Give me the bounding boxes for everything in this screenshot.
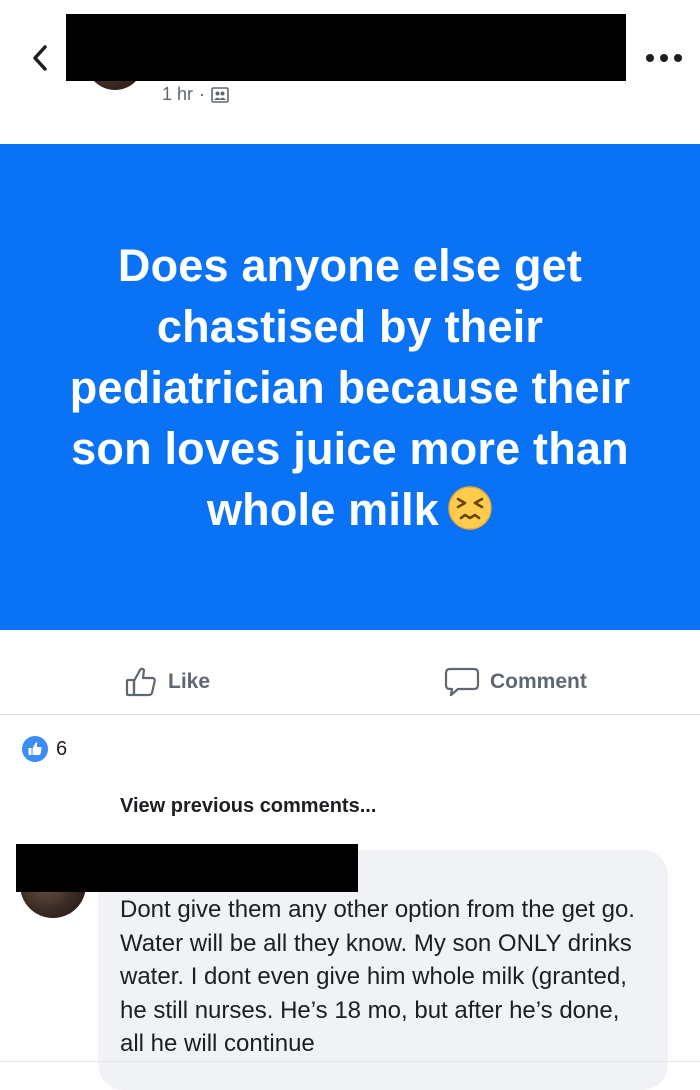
post-meta: 1 hr · [162,84,229,105]
comment-text: Dont give them any other option from the… [120,896,635,1057]
like-reaction-icon [22,736,48,762]
redacted-author-name [66,14,626,81]
reaction-summary[interactable]: 6 [22,736,67,762]
more-options-button[interactable] [636,40,692,76]
view-previous-comments-link[interactable]: View previous comments... [120,795,376,818]
post-content: Does anyone else get chastised by their … [40,235,660,540]
back-button[interactable] [22,38,58,78]
ellipsis-icon [646,54,682,62]
thumbs-up-outline-icon [125,667,156,697]
persevering-face-emoji [448,485,492,530]
chevron-left-icon [33,45,47,71]
bottom-divider [0,1061,700,1062]
group-icon[interactable] [211,86,229,103]
reaction-count: 6 [56,737,68,760]
post-text: Does anyone else get chastised by their … [69,239,631,535]
redacted-commenter-name [16,844,358,892]
meta-separator: · [199,84,206,104]
like-button[interactable]: Like [124,662,210,702]
comment-button[interactable]: Comment [444,662,587,702]
like-label: Like [168,670,211,693]
comment-label: Comment [490,670,587,693]
post-timestamp[interactable]: 1 hr [162,84,193,105]
speech-bubble-icon [444,667,480,697]
divider [0,714,700,715]
post-background[interactable]: Does anyone else get chastised by their … [0,144,700,630]
